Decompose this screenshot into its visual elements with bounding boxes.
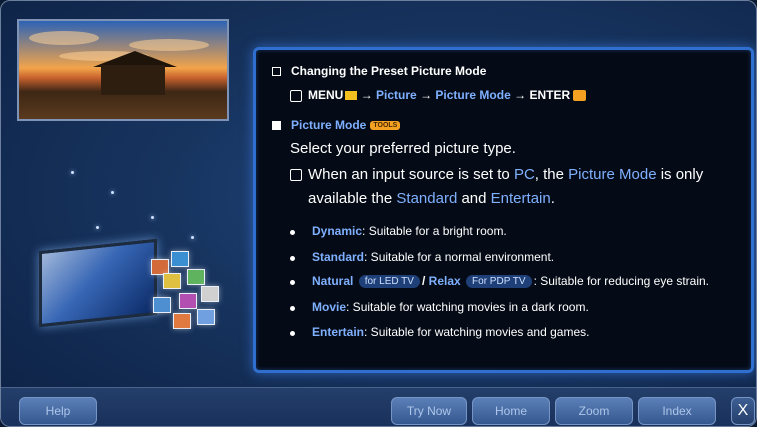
arrow: → xyxy=(360,88,373,102)
close-button[interactable]: X xyxy=(731,397,755,425)
note-line-1: When an input source is set to PC, the P… xyxy=(290,166,703,183)
mode-standard: Standard xyxy=(312,250,365,264)
section-title: Picture Mode xyxy=(291,118,367,132)
path-enter: ENTER xyxy=(529,88,571,102)
tools-badge: TOOLS xyxy=(370,121,401,131)
index-button[interactable]: Index xyxy=(638,397,716,425)
note-text: and xyxy=(461,190,487,207)
menu-button-icon xyxy=(345,91,358,101)
heading: Changing the Preset Picture Mode xyxy=(291,64,487,78)
mode-entertain: Entertain xyxy=(312,325,365,339)
path-picture-mode: Picture Mode xyxy=(435,88,511,102)
slash: / xyxy=(421,274,426,288)
note-text: , the xyxy=(534,166,564,183)
e-manual-window: Changing the Preset Picture Mode MENU → … xyxy=(0,0,757,427)
preview-thumbnail xyxy=(17,19,229,121)
mode-desc: : Suitable for watching movies in a dark… xyxy=(346,300,589,314)
list-item: Entertain: Suitable for watching movies … xyxy=(312,325,589,339)
try-now-button[interactable]: Try Now xyxy=(391,397,467,425)
heading-row: Changing the Preset Picture Mode xyxy=(272,64,486,78)
note-picture-mode: Picture Mode xyxy=(568,166,657,183)
note-line-2: available the Standard and Entertain. xyxy=(308,190,555,207)
list-item: Movie: Suitable for watching movies in a… xyxy=(312,300,589,314)
list-item: Dynamic: Suitable for a bright room. xyxy=(312,224,507,238)
description: Select your preferred picture type. xyxy=(290,140,516,157)
list-item: Natural for LED TV / Relax For PDP TV: Su… xyxy=(312,274,710,289)
note-text: is only xyxy=(660,166,704,183)
mode-dynamic: Dynamic xyxy=(312,224,363,238)
mode-desc: : Suitable for watching movies and games… xyxy=(364,325,590,339)
mode-desc: : Suitable for a normal environment. xyxy=(364,250,555,264)
note-icon xyxy=(290,169,302,182)
mode-desc: : Suitable for a bright room. xyxy=(362,224,507,238)
note-pc: PC xyxy=(513,166,535,183)
mode-relax: Relax xyxy=(428,274,461,288)
note-text: When an input source is set to xyxy=(308,166,510,183)
home-button[interactable]: Home xyxy=(472,397,550,425)
led-tv-pill: for LED TV xyxy=(358,275,420,289)
note-text: . xyxy=(550,190,555,207)
enter-icon xyxy=(573,90,587,102)
mode-natural: Natural xyxy=(312,274,354,288)
pdp-tv-pill: For PDP TV xyxy=(466,275,532,289)
help-button[interactable]: Help xyxy=(19,397,97,425)
bullet-dot xyxy=(290,280,295,285)
arrow: → xyxy=(420,88,433,102)
tv-screen-icon xyxy=(39,238,157,328)
checkbox-square-icon xyxy=(272,67,281,77)
note-entertain: Entertain xyxy=(490,190,551,207)
section-title-row: Picture Mode TOOLS xyxy=(272,118,401,132)
bullet-dot xyxy=(290,256,295,261)
path-picture: Picture xyxy=(376,88,417,102)
bullet-dot xyxy=(290,331,295,336)
bullet-dot xyxy=(290,230,295,235)
list-item: Standard: Suitable for a normal environm… xyxy=(312,250,554,264)
arrow: → xyxy=(514,88,527,102)
menu-label: MENU xyxy=(308,88,344,102)
zoom-button[interactable]: Zoom xyxy=(555,397,633,425)
note-standard: Standard xyxy=(396,190,458,207)
menu-path: MENU → Picture → Picture Mode → ENTER xyxy=(290,88,587,102)
filled-square-icon xyxy=(272,121,281,131)
remote-icon xyxy=(290,89,302,102)
note-text: available the xyxy=(308,190,393,207)
content-panel: Changing the Preset Picture Mode MENU → … xyxy=(253,47,754,373)
mode-movie: Movie xyxy=(312,300,347,314)
bullet-dot xyxy=(290,306,295,311)
mode-desc: : Suitable for reducing eye strain. xyxy=(533,274,710,288)
